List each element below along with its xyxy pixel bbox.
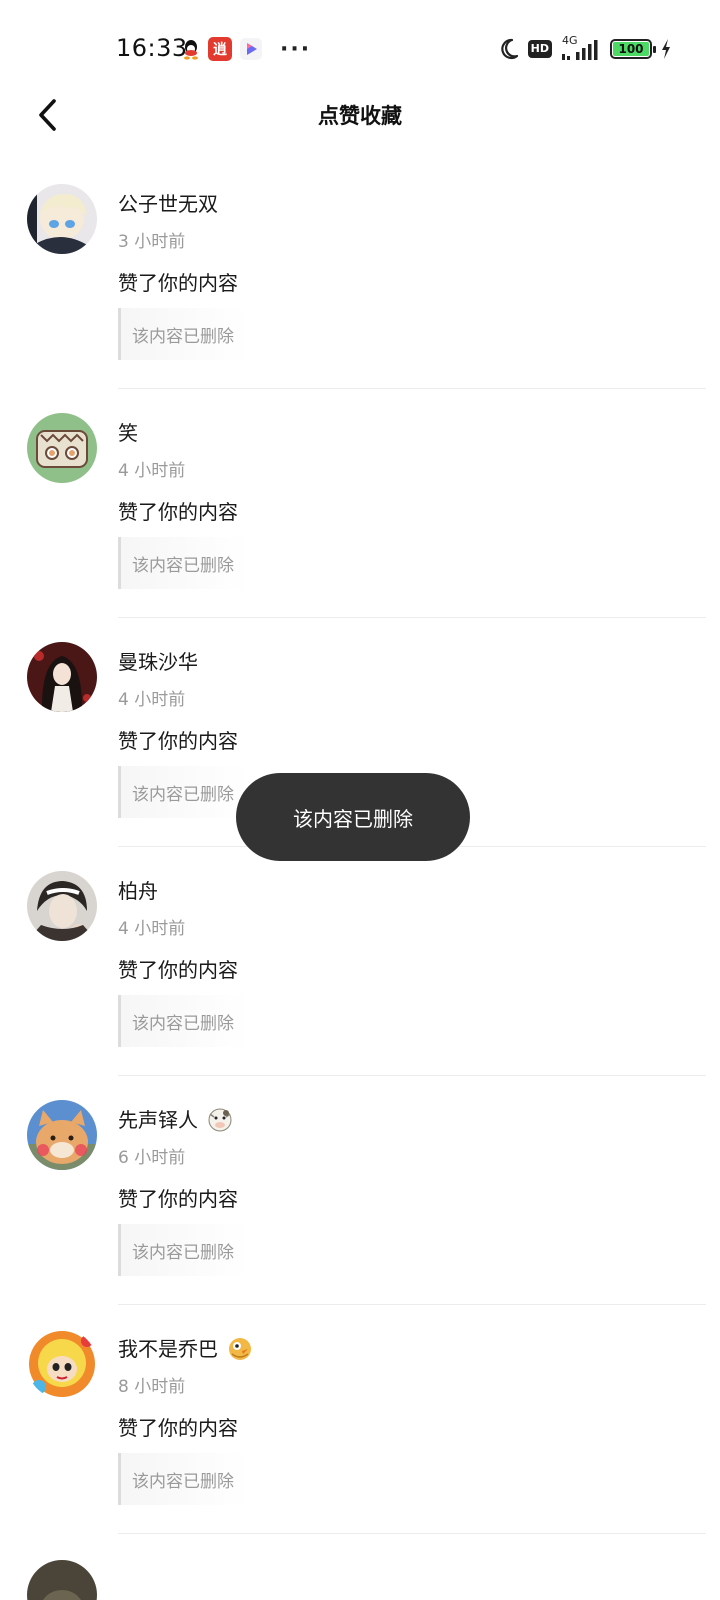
status-right-icons: HD 4G 100 [498,34,672,62]
status-time: 16:33 [116,34,188,62]
time-ago: 6 小时前 [118,1148,186,1168]
quoted-content[interactable]: 该内容已删除 [118,308,248,360]
action-text: 赞了你的内容 [118,500,238,524]
list-item[interactable] [0,1534,720,1600]
user-name[interactable]: 曼珠沙华 [118,646,198,675]
list-item[interactable]: 先声铎人 6 小时前 赞了你的内容 该内容已删除 [0,1076,720,1305]
quoted-content[interactable]: 该内容已删除 [118,995,248,1047]
user-name-text: 公子世无双 [118,192,218,216]
cow-emoji-icon [206,1105,234,1133]
battery-cap [653,46,656,53]
user-name[interactable]: 我不是乔巴 [118,1333,254,1362]
time-ago: 8 小时前 [118,1377,186,1397]
action-text: 赞了你的内容 [118,958,238,982]
avatar[interactable] [27,184,97,254]
action-text: 赞了你的内容 [118,1187,238,1211]
avatar[interactable] [27,1329,97,1399]
user-name[interactable]: 柏舟 [118,875,158,904]
user-name-text: 笑 [118,421,138,445]
video-app-icon [240,38,262,60]
time-ago: 4 小时前 [118,461,186,481]
more-notifications-icon: ··· [280,36,312,62]
avatar[interactable] [27,642,97,712]
charging-icon [660,38,672,60]
time-ago: 3 小时前 [118,232,186,252]
avatar[interactable] [27,1560,97,1600]
list-item[interactable]: 笑 4 小时前 赞了你的内容 该内容已删除 [0,389,720,618]
user-name-text: 曼珠沙华 [118,650,198,674]
notification-list: 公子世无双 3 小时前 赞了你的内容 该内容已删除 笑 4 小时前 赞了你的内容… [0,160,720,1600]
avatar[interactable] [27,413,97,483]
user-name-text: 先声铎人 [118,1108,198,1132]
action-text: 赞了你的内容 [118,1416,238,1440]
user-name-text: 柏舟 [118,879,158,903]
quoted-content[interactable]: 该内容已删除 [118,537,248,589]
moon-icon [498,37,520,61]
list-item[interactable]: 我不是乔巴 8 小时前 赞了你的内容 该内容已删除 [0,1305,720,1534]
chick-emoji-icon [226,1334,254,1362]
quoted-content[interactable]: 该内容已删除 [118,1453,248,1505]
status-left-icons: 逍 ··· [182,36,311,62]
time-ago: 4 小时前 [118,919,186,939]
list-item[interactable]: 公子世无双 3 小时前 赞了你的内容 该内容已删除 [0,160,720,389]
signal-icon: 4G [560,34,602,62]
user-name-text: 我不是乔巴 [118,1337,218,1361]
avatar[interactable] [27,1100,97,1170]
user-name[interactable]: 公子世无双 [118,188,218,217]
app-notification-icon: 逍 [208,37,232,61]
qq-icon [182,38,200,60]
avatar[interactable] [27,871,97,941]
user-name[interactable]: 笑 [118,417,138,446]
hd-badge: HD [527,40,552,58]
battery-level: 100 [613,42,649,56]
header: 点赞收藏 [0,84,720,146]
status-bar: 16:33 逍 ··· HD 4G 100 [0,0,720,96]
action-text: 赞了你的内容 [118,729,238,753]
quoted-content[interactable]: 该内容已删除 [118,1224,248,1276]
quoted-content[interactable]: 该内容已删除 [118,766,248,818]
battery-icon: 100 [610,39,656,59]
page-title: 点赞收藏 [318,104,402,128]
list-item[interactable]: 柏舟 4 小时前 赞了你的内容 该内容已删除 [0,847,720,1076]
toast-message: 该内容已删除 [236,773,470,861]
time-ago: 4 小时前 [118,690,186,710]
action-text: 赞了你的内容 [118,271,238,295]
user-name[interactable]: 先声铎人 [118,1104,234,1133]
